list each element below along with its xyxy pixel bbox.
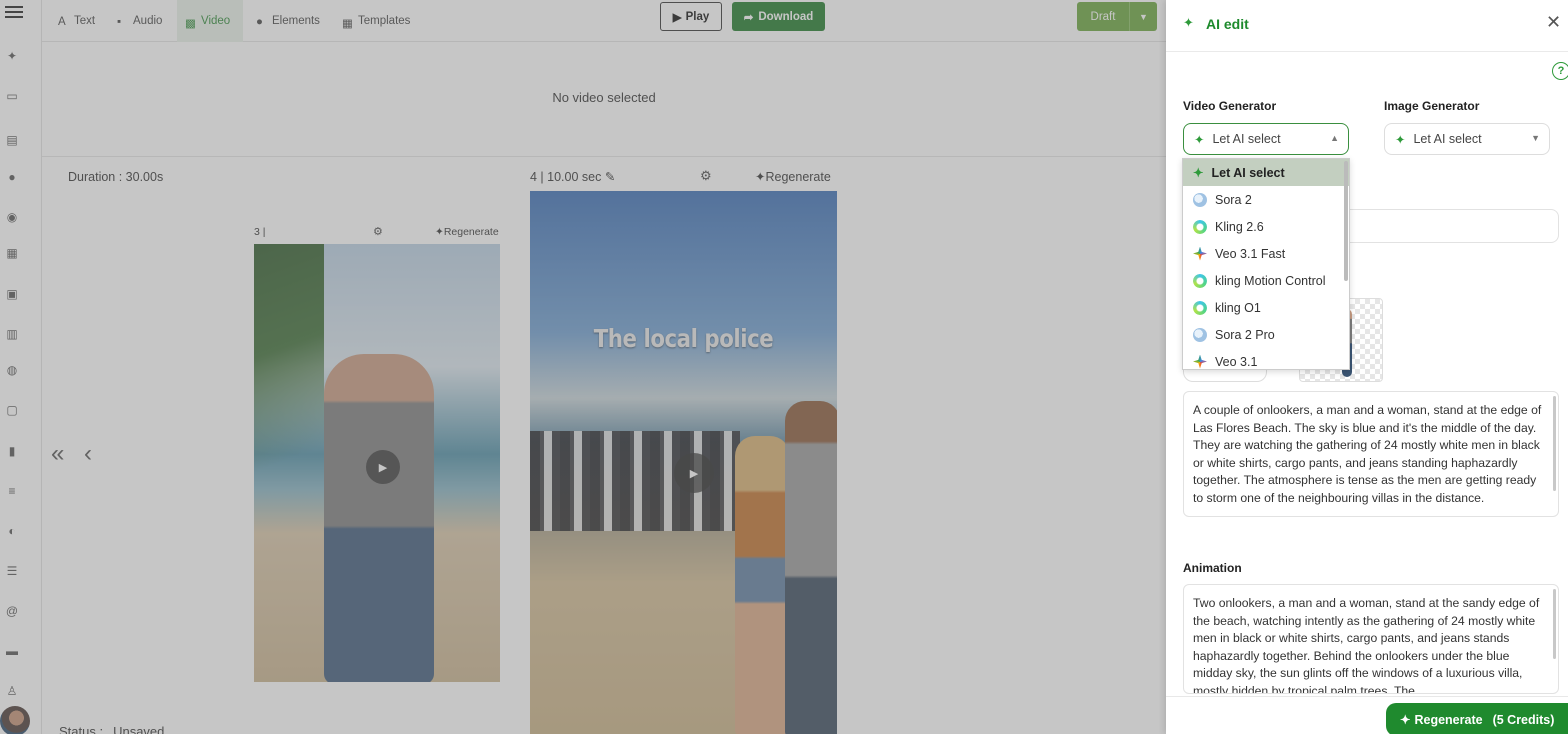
gear-icon[interactable]: ⚙: [700, 168, 712, 184]
play-icon: ▶: [672, 11, 682, 24]
sparkle-icon: ✦: [1194, 132, 1205, 147]
double-chevron-left-icon[interactable]: «: [51, 440, 64, 468]
scene-4-regenerate-button[interactable]: ✦Regenerate: [755, 169, 831, 184]
option-kling-2-6[interactable]: Kling 2.6: [1183, 213, 1349, 240]
image-prompt-textarea[interactable]: A couple of onlookers, a man and a woman…: [1183, 391, 1559, 517]
sort-icon[interactable]: ≡: [5, 484, 19, 498]
sliders-icon[interactable]: ☰: [5, 564, 19, 578]
panel-header: ✦ AI edit ✕: [1166, 0, 1568, 52]
sparkle-icon: ✦: [1183, 15, 1194, 30]
regenerate-button[interactable]: ✦ Regenerate (5 Credits): [1386, 703, 1568, 734]
play-button[interactable]: ▶ Play: [660, 2, 722, 31]
robot-icon[interactable]: ◉: [5, 210, 19, 224]
textarea-scrollbar[interactable]: [1553, 589, 1556, 659]
account-icon[interactable]: ♙: [5, 684, 19, 698]
sparkle-icon: ✦: [1193, 166, 1204, 180]
scene-4-video-thumbnail[interactable]: The local police ▶: [530, 191, 837, 734]
tab-text[interactable]: A Text: [50, 0, 103, 42]
status-line: Status : Unsaved: [59, 724, 164, 734]
chart-icon[interactable]: ▥: [5, 327, 19, 341]
sparkle-icon: ✦: [1395, 132, 1406, 147]
chevron-up-icon: ▲: [1330, 133, 1339, 143]
kling-icon: [1193, 273, 1207, 288]
at-icon[interactable]: @: [5, 604, 19, 618]
video-generator-select[interactable]: ✦ Let AI select ▲: [1183, 123, 1349, 155]
ai-sparkle-icon[interactable]: ✦: [5, 49, 19, 63]
scene-3-regenerate-button[interactable]: ✦Regenerate: [435, 226, 499, 238]
grid-icon[interactable]: ▦: [5, 246, 19, 260]
option-veo-3-1-fast[interactable]: Veo 3.1 Fast: [1183, 240, 1349, 267]
veo-icon: [1193, 246, 1207, 261]
audio-icon: ▪: [117, 16, 122, 28]
share-arrow-icon: ➦: [743, 11, 754, 24]
menu-icon[interactable]: [5, 3, 23, 21]
scene-4-header: 4 | 10.00 sec ✎: [530, 170, 616, 184]
image-generator-label: Image Generator: [1384, 99, 1480, 113]
tab-audio[interactable]: ▪ Audio: [109, 0, 170, 42]
left-sidebar: ✦ ▭ ▤ ● ◉ ▦ ▣ ▥ ◍ ▢ ▮ ≡ ◐ ☰ @ ▬ ♙: [0, 0, 42, 734]
dropdown-scrollbar[interactable]: [1344, 161, 1348, 281]
duration-label: Duration : 30.00s: [68, 170, 164, 184]
download-button[interactable]: ➦ Download: [732, 2, 825, 31]
option-veo-3-1[interactable]: Veo 3.1: [1183, 348, 1349, 369]
sora-icon: [1193, 327, 1207, 342]
chevron-left-icon[interactable]: ‹: [84, 440, 92, 468]
play-icon[interactable]: ▶: [674, 453, 714, 493]
status-value: Unsaved: [113, 724, 165, 734]
sparkle-icon: ✦: [435, 226, 444, 238]
scene-3-video-thumbnail[interactable]: ▶: [254, 244, 500, 682]
gear-icon[interactable]: ⚙: [373, 225, 383, 238]
palette-icon[interactable]: ◐: [5, 524, 19, 538]
close-icon[interactable]: ✕: [1546, 12, 1561, 33]
templates-icon: ▦: [342, 18, 353, 30]
animation-prompt-textarea[interactable]: Two onlookers, a man and a woman, stand …: [1183, 584, 1559, 694]
empty-preview-text: No video selected: [552, 90, 656, 105]
kling-icon: [1193, 300, 1207, 315]
sora-icon: [1193, 192, 1207, 207]
tab-video[interactable]: ▩ Video: [177, 0, 243, 42]
video-generator-dropdown: ✦ Let AI select Sora 2 Kling 2.6 Veo 3.1…: [1182, 158, 1350, 370]
card-icon[interactable]: ▬: [5, 644, 19, 658]
tab-templates[interactable]: ▦ Templates: [334, 0, 418, 42]
users-icon[interactable]: ◍: [5, 363, 19, 377]
chevron-down-icon: ▼: [1531, 133, 1540, 143]
sparkle-icon: ✦: [755, 170, 766, 184]
pencil-icon[interactable]: ✎: [605, 170, 615, 184]
library-icon[interactable]: ▮: [5, 444, 19, 458]
image-icon[interactable]: ▭: [5, 89, 19, 103]
kling-icon: [1193, 219, 1207, 234]
veo-icon: [1193, 354, 1207, 369]
sparkle-icon: ✦: [1400, 713, 1411, 727]
textarea-scrollbar[interactable]: [1553, 396, 1556, 491]
text-icon: A: [58, 16, 66, 28]
scene-3-header: 3 |: [254, 226, 266, 238]
media-icon[interactable]: ▤: [5, 133, 19, 147]
animation-label: Animation: [1183, 561, 1242, 575]
document-icon[interactable]: ▣: [5, 287, 19, 301]
option-kling-o1[interactable]: kling O1: [1183, 294, 1349, 321]
play-icon[interactable]: ▶: [366, 450, 400, 484]
video-preview: No video selected: [42, 42, 1166, 157]
scene-caption: The local police: [593, 324, 774, 353]
option-kling-motion-control[interactable]: kling Motion Control: [1183, 267, 1349, 294]
partially-hidden-input[interactable]: [1349, 209, 1559, 243]
tab-elements[interactable]: ● Elements: [248, 0, 328, 42]
play-circle-icon[interactable]: ●: [5, 170, 19, 184]
option-sora-2-pro[interactable]: Sora 2 Pro: [1183, 321, 1349, 348]
video-icon: ▩: [185, 18, 196, 30]
help-icon[interactable]: ?: [1552, 62, 1568, 80]
video-generator-label: Video Generator: [1183, 99, 1277, 113]
elements-icon: ●: [256, 16, 263, 28]
editor-toolbar: A Text ▪ Audio ▩ Video ● Elements ▦ Temp…: [42, 0, 1166, 42]
option-let-ai-select[interactable]: ✦ Let AI select: [1183, 159, 1349, 186]
draft-dropdown-toggle[interactable]: ▼: [1129, 2, 1157, 31]
option-sora-2[interactable]: Sora 2: [1183, 186, 1349, 213]
avatar[interactable]: [0, 706, 30, 734]
draft-button[interactable]: Draft: [1077, 2, 1129, 31]
panel-title: AI edit: [1206, 16, 1249, 32]
caret-down-icon: ▼: [1139, 11, 1148, 22]
image-generator-select[interactable]: ✦ Let AI select ▼: [1384, 123, 1550, 155]
scene-workspace: Duration : 30.00s « ‹ 3 | ⚙ ✦Regenerate …: [42, 157, 1166, 734]
tv-icon[interactable]: ▢: [5, 403, 19, 417]
